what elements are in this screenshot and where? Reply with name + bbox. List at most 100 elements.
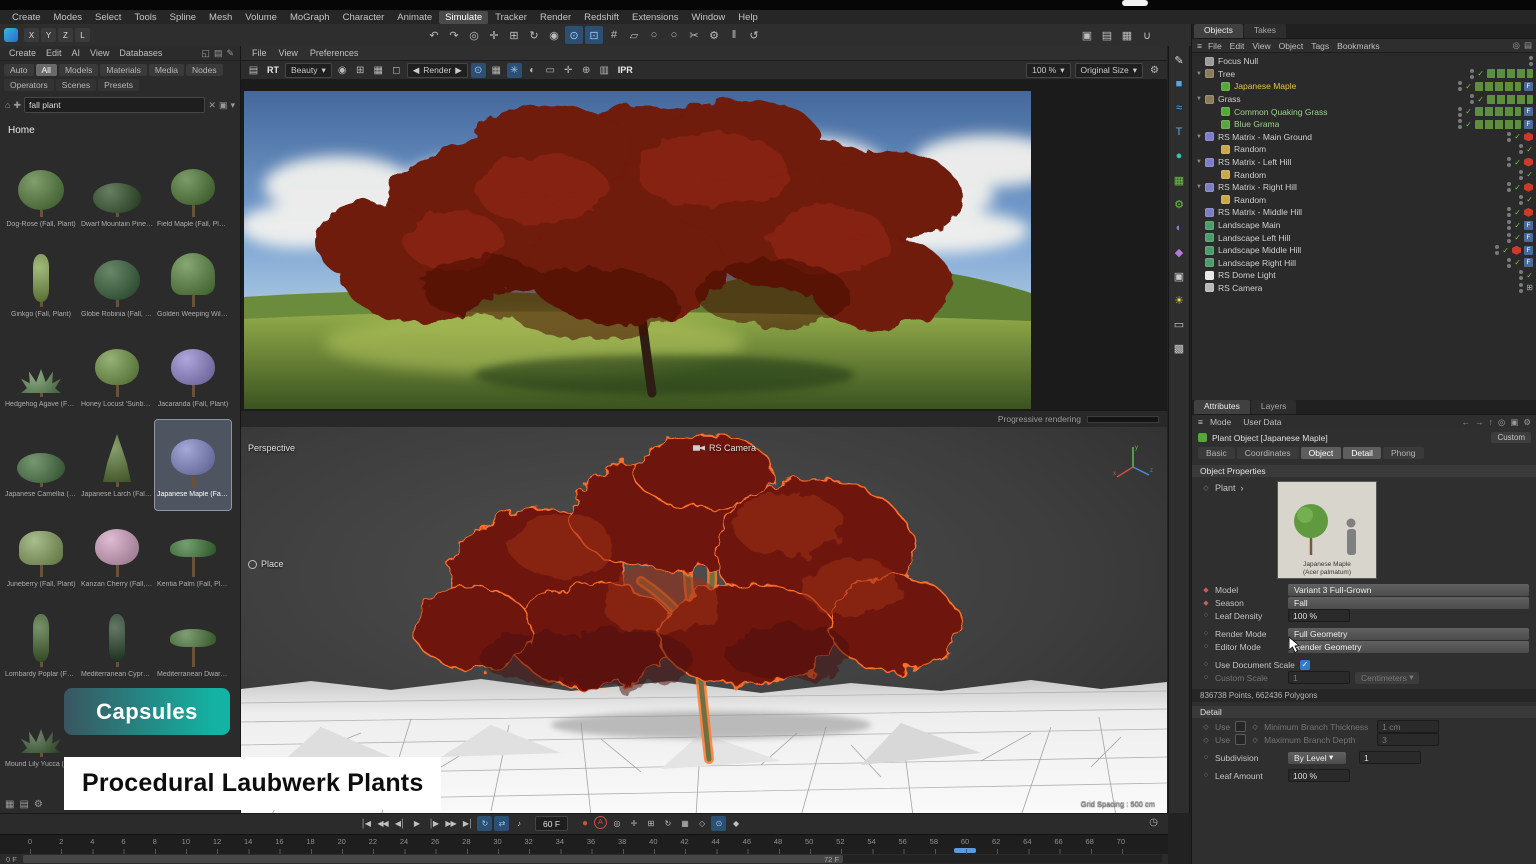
palette-tool-icon[interactable]: ▭ bbox=[1171, 316, 1187, 332]
object-name[interactable]: RS Matrix - Main Ground bbox=[1218, 132, 1312, 142]
transport-button[interactable]: │▶ bbox=[426, 816, 441, 831]
plant-asset-cell[interactable]: Field Maple (Fall, Plant) bbox=[155, 150, 231, 240]
record-button[interactable]: ↻ bbox=[660, 816, 675, 831]
om-menu-item[interactable]: Bookmarks bbox=[1333, 41, 1384, 51]
toolbar-icon[interactable]: ◉ bbox=[545, 26, 563, 44]
menu-item[interactable]: Modes bbox=[48, 11, 89, 24]
dock-icon[interactable] bbox=[201, 48, 210, 59]
render-toolbar-icon[interactable]: ⊙ bbox=[471, 63, 486, 78]
toolbar-icon[interactable]: ▤ bbox=[1098, 26, 1116, 44]
enabled-check-icon[interactable] bbox=[1526, 145, 1533, 154]
chevron-down-icon[interactable] bbox=[230, 100, 235, 111]
gear-icon[interactable] bbox=[1523, 417, 1531, 428]
object-row[interactable]: Focus Null bbox=[1192, 55, 1536, 68]
clear-search-icon[interactable] bbox=[208, 100, 216, 111]
hamburger-icon[interactable] bbox=[1197, 41, 1202, 51]
plant-asset-cell[interactable]: Globe Robinia (Fall, Pl... bbox=[79, 240, 155, 330]
attribute-tab[interactable]: Coordinates bbox=[1237, 447, 1299, 459]
current-frame-field[interactable]: 60 F bbox=[535, 816, 568, 831]
render-view-menu-item[interactable]: View bbox=[274, 48, 303, 58]
palette-tool-icon[interactable]: ◆ bbox=[1171, 244, 1187, 260]
object-row[interactable]: RS Matrix - Main Ground bbox=[1192, 131, 1536, 144]
palette-tool-icon[interactable]: ▦ bbox=[1171, 172, 1187, 188]
filter-tab[interactable]: Models bbox=[59, 64, 98, 76]
record-button[interactable]: ● bbox=[577, 816, 592, 831]
keyframe-dot[interactable] bbox=[1202, 643, 1210, 650]
search-icon[interactable] bbox=[1498, 417, 1505, 428]
search-icon[interactable] bbox=[1513, 40, 1520, 51]
palette-tool-icon[interactable]: ▩ bbox=[1171, 340, 1187, 356]
render-toolbar-icon[interactable]: ▭ bbox=[543, 63, 558, 78]
filter-tab[interactable]: Media bbox=[149, 64, 184, 76]
keyframe-dot[interactable] bbox=[1202, 754, 1210, 761]
render-toolbar-icon[interactable]: ✛ bbox=[561, 63, 576, 78]
asset-menu-item[interactable]: View bbox=[85, 48, 114, 58]
rt-toggle-button[interactable]: RT bbox=[264, 65, 282, 75]
object-name[interactable]: Landscape Right Hill bbox=[1218, 258, 1296, 268]
home-icon[interactable] bbox=[5, 100, 10, 110]
om-menu-item[interactable]: View bbox=[1248, 41, 1274, 51]
object-row[interactable]: Japanese Maple bbox=[1192, 80, 1536, 93]
record-button[interactable]: A bbox=[594, 816, 607, 829]
subfilter-tab[interactable]: Operators bbox=[4, 79, 54, 91]
object-name[interactable]: Focus Null bbox=[1218, 56, 1258, 66]
season-dropdown[interactable]: Fall bbox=[1288, 597, 1529, 609]
record-button[interactable]: ◆ bbox=[728, 816, 743, 831]
lock-icon[interactable] bbox=[1510, 417, 1518, 428]
enabled-check-icon[interactable] bbox=[1514, 208, 1521, 217]
palette-tool-icon[interactable]: ▣ bbox=[1171, 268, 1187, 284]
enabled-check-icon[interactable] bbox=[1514, 221, 1521, 230]
object-name[interactable]: Grass bbox=[1218, 94, 1241, 104]
user-data-menu[interactable]: User Data bbox=[1238, 417, 1286, 427]
menu-item[interactable]: MoGraph bbox=[284, 11, 336, 24]
object-row[interactable]: Blue Grama bbox=[1192, 118, 1536, 131]
field-tag-icon[interactable] bbox=[1524, 221, 1533, 230]
render-toolbar-icon[interactable]: ◐ bbox=[525, 63, 540, 78]
menu-item[interactable]: Extensions bbox=[626, 11, 684, 24]
plant-asset-cell[interactable]: Jacaranda (Fall, Plant) bbox=[155, 330, 231, 420]
subdivision-dropdown[interactable]: By Level bbox=[1288, 752, 1346, 764]
timeline-ruler[interactable]: 0246810121416182022242628303234363840424… bbox=[0, 834, 1168, 854]
mode-menu[interactable]: Mode bbox=[1205, 417, 1236, 427]
attribute-tab[interactable]: Phong bbox=[1383, 447, 1424, 459]
expand-arrow[interactable] bbox=[1196, 159, 1204, 165]
enabled-check-icon[interactable] bbox=[1526, 170, 1533, 179]
forward-icon[interactable] bbox=[1475, 417, 1484, 428]
palette-tool-icon[interactable]: T bbox=[1171, 124, 1187, 140]
transport-button[interactable]: ⇄ bbox=[494, 816, 509, 831]
transport-button[interactable]: ▶▶ bbox=[443, 816, 458, 831]
use-document-scale-checkbox[interactable] bbox=[1300, 660, 1310, 670]
render-toolbar-icon[interactable]: ◉ bbox=[335, 63, 350, 78]
object-row[interactable]: Random bbox=[1192, 194, 1536, 207]
enabled-check-icon[interactable] bbox=[1465, 82, 1472, 91]
material-swatches[interactable] bbox=[1487, 95, 1533, 104]
plant-asset-cell[interactable]: Mediterranean Cypres... bbox=[79, 600, 155, 690]
chevron-right-icon[interactable] bbox=[1241, 483, 1244, 493]
visibility-dots-icon[interactable] bbox=[1519, 270, 1523, 280]
leaf-amount-field[interactable]: 100 % bbox=[1288, 769, 1350, 782]
om-menu-item[interactable]: Object bbox=[1275, 41, 1308, 51]
expand-arrow[interactable] bbox=[1196, 184, 1204, 190]
filter-icon[interactable] bbox=[1524, 40, 1532, 51]
om-menu-item[interactable]: File bbox=[1204, 41, 1226, 51]
hamburger-icon[interactable] bbox=[1198, 417, 1203, 427]
enabled-check-icon[interactable] bbox=[1502, 246, 1509, 255]
plant-asset-cell[interactable]: Kanzan Cherry (Fall, Pl... bbox=[79, 510, 155, 600]
plant-asset-cell[interactable]: Japanese Maple (Fall, ... bbox=[155, 420, 231, 510]
toolbar-icon[interactable]: ○ bbox=[665, 26, 683, 44]
custom-scale-field[interactable]: 1 bbox=[1288, 671, 1350, 684]
record-button[interactable]: ◇ bbox=[694, 816, 709, 831]
grid-view-icon[interactable] bbox=[5, 799, 14, 810]
visibility-dots-icon[interactable] bbox=[1529, 56, 1533, 66]
custom-scale-unit-dropdown[interactable]: Centimeters bbox=[1355, 672, 1419, 684]
keyframe-dot[interactable] bbox=[1202, 599, 1210, 607]
keyframe-dot[interactable] bbox=[1202, 630, 1210, 637]
redshift-material-icon[interactable] bbox=[1524, 158, 1533, 167]
enabled-check-icon[interactable] bbox=[1477, 95, 1484, 104]
plant-asset-cell[interactable]: Dog-Rose (Fall, Plant) bbox=[3, 150, 79, 240]
toolbar-icon[interactable]: ⚙ bbox=[705, 26, 723, 44]
plant-preview-thumbnail[interactable]: Japanese Maple (Acer palmatum) bbox=[1277, 481, 1377, 579]
material-swatches[interactable] bbox=[1475, 120, 1521, 129]
object-row[interactable]: Grass bbox=[1192, 93, 1536, 106]
toolbar-icon[interactable]: ⊙ bbox=[565, 26, 583, 44]
